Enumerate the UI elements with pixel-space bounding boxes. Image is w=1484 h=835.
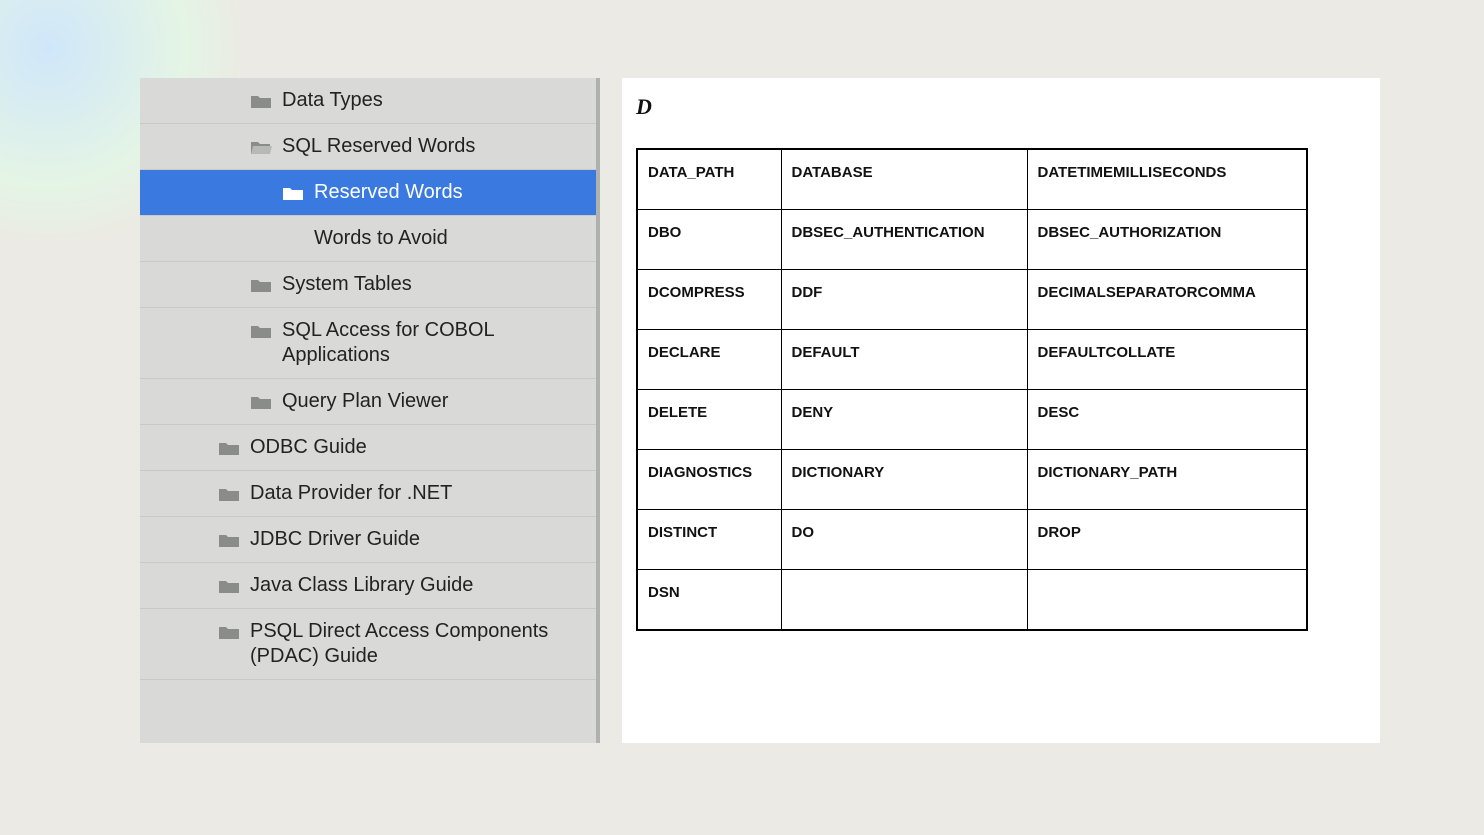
nav-item[interactable]: System Tables: [140, 262, 596, 308]
folder-closed-icon: [218, 531, 240, 547]
table-row: DELETEDENYDESC: [637, 390, 1307, 450]
nav-item[interactable]: ODBC Guide: [140, 425, 596, 471]
folder-open-icon: [250, 138, 272, 154]
main-container: Data Types SQL Reserved Words Reserved Wor…: [140, 78, 1380, 743]
section-heading: D: [636, 94, 1360, 120]
table-cell: DATABASE: [781, 149, 1027, 210]
table-cell: DBSEC_AUTHENTICATION: [781, 210, 1027, 270]
nav-item-label: Data Provider for .NET: [250, 481, 584, 506]
table-cell: DCOMPRESS: [637, 270, 781, 330]
folder-icon: [282, 184, 304, 200]
table-cell: DESC: [1027, 390, 1307, 450]
nav-item[interactable]: JDBC Driver Guide: [140, 517, 596, 563]
table-cell: DBO: [637, 210, 781, 270]
content-panel: D DATA_PATHDATABASEDATETIMEMILLISECONDSD…: [622, 78, 1380, 743]
nav-item[interactable]: Query Plan Viewer: [140, 379, 596, 425]
table-cell: DELETE: [637, 390, 781, 450]
folder-closed-icon: [218, 485, 240, 501]
folder-closed-icon: [250, 322, 272, 338]
table-cell: DEFAULT: [781, 330, 1027, 390]
nav-item-label: Query Plan Viewer: [282, 389, 584, 414]
folder-closed-icon: [250, 276, 272, 292]
nav-item-label: Java Class Library Guide: [250, 573, 584, 598]
nav-item[interactable]: Data Types: [140, 78, 596, 124]
table-cell: DICTIONARY: [781, 450, 1027, 510]
table-cell: DO: [781, 510, 1027, 570]
table-row: DIAGNOSTICSDICTIONARYDICTIONARY_PATH: [637, 450, 1307, 510]
folder-closed-icon: [218, 577, 240, 593]
table-cell: DICTIONARY_PATH: [1027, 450, 1307, 510]
nav-item-label: SQL Access for COBOL Applications: [282, 318, 584, 368]
table-row: DATA_PATHDATABASEDATETIMEMILLISECONDS: [637, 149, 1307, 210]
table-row: DECLAREDEFAULTDEFAULTCOLLATE: [637, 330, 1307, 390]
nav-item-label: ODBC Guide: [250, 435, 584, 460]
folder-closed-icon: [218, 623, 240, 639]
nav-item-label: Data Types: [282, 88, 584, 113]
sidebar: Data Types SQL Reserved Words Reserved Wor…: [140, 78, 600, 743]
table-cell: DEFAULTCOLLATE: [1027, 330, 1307, 390]
table-row: DBODBSEC_AUTHENTICATIONDBSEC_AUTHORIZATI…: [637, 210, 1307, 270]
nav-item-label: Reserved Words: [314, 180, 584, 205]
folder-closed-icon: [218, 439, 240, 455]
nav-item[interactable]: PSQL Direct Access Components (PDAC) Gui…: [140, 609, 596, 680]
table-cell: DECIMALSEPARATORCOMMA: [1027, 270, 1307, 330]
nav-list: Data Types SQL Reserved Words Reserved Wor…: [140, 78, 596, 680]
table-row: DCOMPRESSDDFDECIMALSEPARATORCOMMA: [637, 270, 1307, 330]
nav-item[interactable]: Reserved Words: [140, 170, 596, 216]
nav-item[interactable]: SQL Reserved Words: [140, 124, 596, 170]
nav-item-label: System Tables: [282, 272, 584, 297]
table-cell: DATETIMEMILLISECONDS: [1027, 149, 1307, 210]
table-cell: DDF: [781, 270, 1027, 330]
table-cell: DIAGNOSTICS: [637, 450, 781, 510]
folder-closed-icon: [250, 393, 272, 409]
nav-item[interactable]: Words to Avoid: [140, 216, 596, 262]
nav-item-label: PSQL Direct Access Components (PDAC) Gui…: [250, 619, 584, 669]
table-cell: DSN: [637, 570, 781, 631]
table-cell: [1027, 570, 1307, 631]
nav-item[interactable]: Java Class Library Guide: [140, 563, 596, 609]
table-cell: DECLARE: [637, 330, 781, 390]
table-cell: DBSEC_AUTHORIZATION: [1027, 210, 1307, 270]
table-cell: DATA_PATH: [637, 149, 781, 210]
table-cell: [781, 570, 1027, 631]
nav-item-label: SQL Reserved Words: [282, 134, 584, 159]
nav-item[interactable]: Data Provider for .NET: [140, 471, 596, 517]
table-row: DISTINCTDODROP: [637, 510, 1307, 570]
table-cell: DISTINCT: [637, 510, 781, 570]
table-cell: DENY: [781, 390, 1027, 450]
table-row: DSN: [637, 570, 1307, 631]
nav-item-label: Words to Avoid: [314, 226, 584, 251]
nav-item[interactable]: SQL Access for COBOL Applications: [140, 308, 596, 379]
nav-item-label: JDBC Driver Guide: [250, 527, 584, 552]
table-cell: DROP: [1027, 510, 1307, 570]
reserved-words-table: DATA_PATHDATABASEDATETIMEMILLISECONDSDBO…: [636, 148, 1308, 631]
no-icon: [282, 230, 304, 246]
folder-closed-icon: [250, 92, 272, 108]
